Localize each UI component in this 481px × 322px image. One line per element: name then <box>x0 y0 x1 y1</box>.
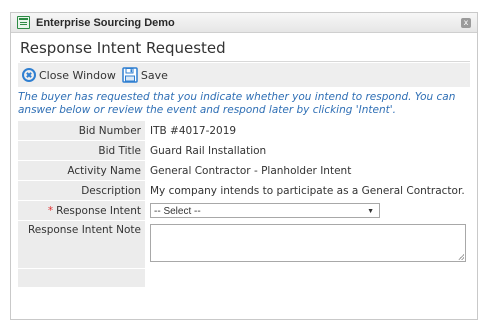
toolbar: Close Window Save <box>18 63 470 87</box>
instructions-text: The buyer has requested that you indicat… <box>18 91 456 116</box>
response-intent-note-label: Response Intent Note <box>18 220 145 269</box>
spacer-label <box>18 268 145 288</box>
response-intent-note-cell <box>145 221 470 269</box>
activity-name-value: General Contractor - Planholder Intent <box>150 164 352 177</box>
form-row-bid-number: Bid Number ITB #4017-2019 <box>18 121 470 141</box>
bid-number-value: ITB #4017-2019 <box>150 124 237 137</box>
bid-title-label: Bid Title <box>18 140 145 161</box>
required-marker: * <box>47 204 54 217</box>
close-circle-icon <box>22 68 36 82</box>
window-close-icon[interactable]: x <box>461 17 471 28</box>
floppy-disk-icon <box>122 67 138 83</box>
bid-number-label: Bid Number <box>18 121 145 141</box>
dialog-window: Enterprise Sourcing Demo x Response Inte… <box>10 12 478 320</box>
response-intent-cell: -- Select -- ▼ <box>145 201 470 221</box>
form-row-response-intent: * Response Intent -- Select -- ▼ <box>18 200 470 221</box>
response-intent-note-textarea[interactable] <box>150 223 466 262</box>
activity-name-label: Activity Name <box>18 160 145 181</box>
form-row-description: Description My company intends to partic… <box>18 180 470 201</box>
form-row-bid-title: Bid Title Guard Rail Installation <box>18 140 470 161</box>
response-intent-label-text: Response Intent <box>56 204 141 217</box>
bid-title-value: Guard Rail Installation <box>150 144 267 157</box>
save-label: Save <box>140 68 168 82</box>
response-intent-selected: -- Select -- <box>154 206 201 217</box>
save-button[interactable]: Save <box>122 67 168 83</box>
description-value: My company intends to participate as a G… <box>150 184 465 197</box>
close-window-label: Close Window <box>39 68 116 82</box>
page-title: Response Intent Requested <box>20 37 470 62</box>
spacer-value <box>145 269 470 288</box>
title-bar: Enterprise Sourcing Demo x <box>11 13 477 33</box>
form-row-activity-name: Activity Name General Contractor - Planh… <box>18 160 470 181</box>
response-intent-select[interactable]: -- Select -- ▼ <box>150 203 380 218</box>
form-row-spacer <box>18 268 470 288</box>
app-window-icon <box>17 16 30 29</box>
description-label: Description <box>18 180 145 201</box>
dialog-content: Response Intent Requested Close Window S… <box>11 37 477 288</box>
resize-grip-icon[interactable] <box>458 253 464 260</box>
bid-details-form: Bid Number ITB #4017-2019 Bid Title Guar… <box>18 121 470 288</box>
form-row-response-intent-note: Response Intent Note <box>18 220 470 269</box>
close-window-button[interactable]: Close Window <box>22 68 116 82</box>
response-intent-label: * Response Intent <box>18 200 145 221</box>
dropdown-arrow-icon: ▼ <box>367 208 374 215</box>
window-title: Enterprise Sourcing Demo <box>36 16 175 29</box>
